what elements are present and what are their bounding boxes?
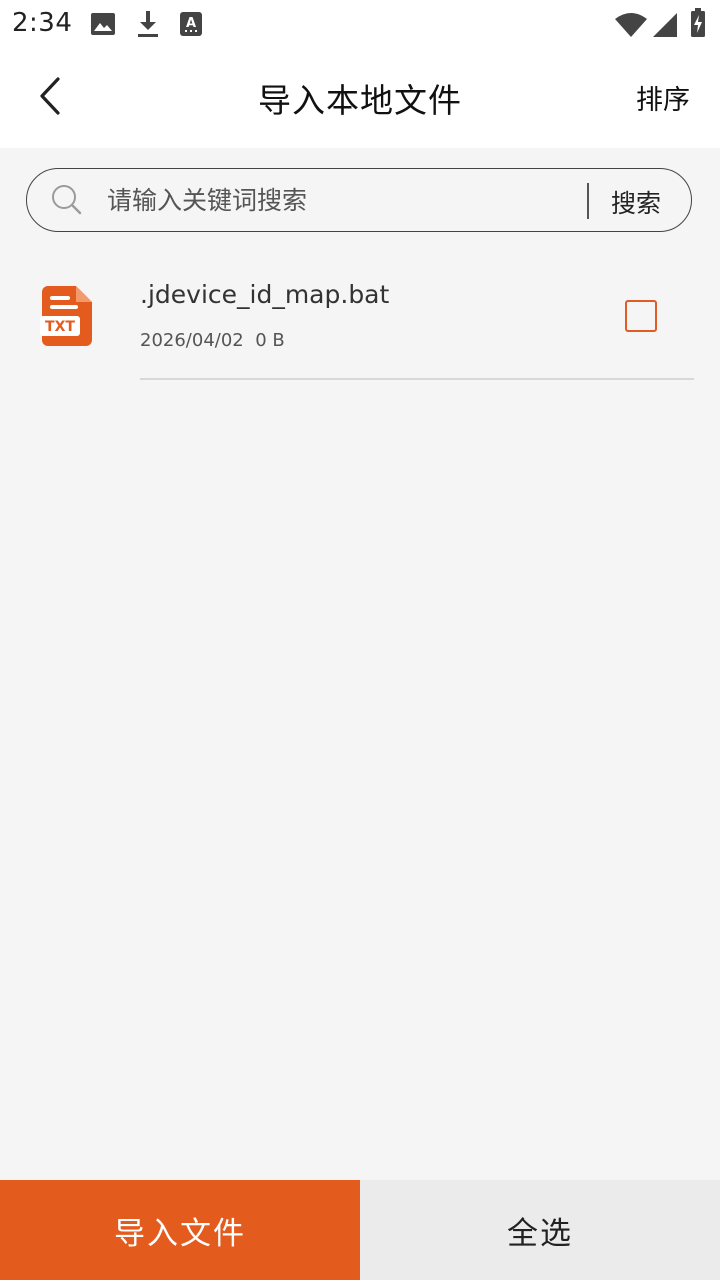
file-meta: 2026/04/02 0 B <box>140 330 285 351</box>
chevron-left-icon <box>36 76 64 120</box>
search-input[interactable] <box>107 179 577 221</box>
search-button[interactable]: 搜索 <box>611 184 661 220</box>
select-all-button[interactable]: 全选 <box>360 1180 720 1280</box>
file-checkbox[interactable] <box>625 300 657 332</box>
wifi-icon <box>614 12 648 42</box>
back-button[interactable] <box>18 66 82 130</box>
screen: 2:34 A 导入本地文件 排序 请输入关键词搜索 搜索 TXT .jdevic… <box>0 0 720 1280</box>
list-divider <box>140 378 694 380</box>
import-file-button[interactable]: 导入文件 <box>0 1180 360 1280</box>
search-icon <box>51 184 83 216</box>
svg-text:A: A <box>186 16 196 31</box>
search-bar: 搜索 <box>26 168 692 232</box>
cellular-signal-icon <box>652 12 678 42</box>
list-item[interactable]: TXT .jdevice_id_map.bat 2026/04/02 0 B <box>0 256 720 380</box>
page-title: 导入本地文件 <box>258 81 462 120</box>
sort-button[interactable]: 排序 <box>636 78 690 117</box>
download-icon <box>136 10 160 42</box>
status-bar: 2:34 A <box>0 0 720 50</box>
file-type-label: TXT <box>45 319 75 335</box>
file-name: .jdevice_id_map.bat <box>140 280 390 309</box>
battery-charging-icon <box>690 8 706 42</box>
txt-file-icon: TXT <box>38 284 96 348</box>
status-time: 2:34 <box>12 8 73 38</box>
image-icon <box>90 12 116 40</box>
font-a-icon: A <box>180 12 202 40</box>
app-bar: 导入本地文件 排序 <box>0 50 720 148</box>
search-divider <box>587 183 589 219</box>
